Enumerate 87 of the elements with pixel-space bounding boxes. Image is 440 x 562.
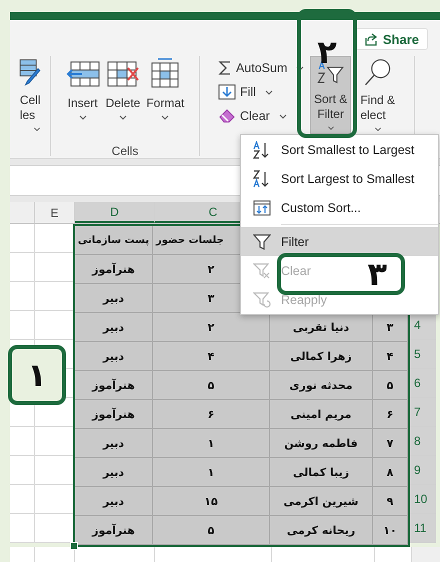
table-cell [10, 485, 35, 514]
table-cell: ریحانه کرمی [270, 516, 373, 545]
filter-icon [253, 232, 271, 250]
table-cell: مریم امینی [270, 400, 373, 429]
table-cell [10, 311, 35, 340]
table-cell: فاطمه روشن [270, 429, 373, 458]
row-header[interactable]: 5 [408, 340, 436, 369]
fill-handle[interactable] [70, 542, 78, 550]
table-cell: ۷ [373, 429, 408, 458]
table-cell: زیبا کمالی [270, 458, 373, 487]
share-button[interactable]: Share [354, 28, 428, 50]
table-cell [35, 456, 75, 485]
custom-sort-icon [253, 198, 271, 216]
menu-item[interactable]: Sort Smallest to Largest [241, 135, 422, 164]
table-cell [35, 427, 75, 456]
format-cells-icon [150, 58, 180, 90]
clear-button[interactable]: Clear [216, 104, 308, 128]
table-cell: دبیر [75, 458, 153, 487]
table-cell: ۳ [373, 313, 408, 342]
table-cell: هنرآموز [75, 255, 153, 284]
reapply-filter-icon [253, 290, 271, 308]
autosum-button[interactable]: AutoSum [216, 56, 308, 80]
table-cell: ۹ [373, 487, 408, 516]
table-cell: پست سازمانی [75, 226, 153, 255]
table-cell: هنرآموز [75, 516, 153, 545]
table-cell: ۵ [373, 371, 408, 400]
column-header[interactable]: E [35, 202, 75, 223]
sort-ascending-icon [253, 140, 271, 158]
table-cell [35, 311, 75, 340]
table-cell: دبیر [75, 284, 153, 313]
table-cell: ۸ [373, 458, 408, 487]
sigma-icon [218, 60, 232, 76]
fill-down-icon [218, 84, 236, 100]
row-header[interactable]: 11 [408, 514, 436, 543]
table-cell [10, 224, 35, 253]
table-cell: دبیر [75, 487, 153, 516]
row-header[interactable]: 6 [408, 369, 436, 398]
table-cell: ۵ [153, 371, 270, 400]
table-cell [10, 253, 35, 282]
table-cell: هنرآموز [75, 371, 153, 400]
fill-button[interactable]: Fill [216, 80, 308, 104]
table-cell [35, 514, 75, 543]
table-cell: ۴ [373, 342, 408, 371]
table-cell: ۴ [153, 342, 270, 371]
table-cell: ۲ [153, 313, 270, 342]
table-cell [35, 485, 75, 514]
table-cell [35, 253, 75, 282]
insert-button[interactable]: Insert [62, 56, 103, 134]
table-cell [35, 224, 75, 253]
table-cell: شیرین اکرمی [270, 487, 373, 516]
group-label: Cells [112, 144, 138, 158]
table-cell: ۱۰ [373, 516, 408, 545]
format-button[interactable]: Format [143, 56, 188, 134]
row-header[interactable]: 9 [408, 456, 436, 485]
sort-descending-icon [253, 170, 271, 188]
cell-styles-icon [18, 58, 40, 87]
table-cell: ۶ [373, 400, 408, 429]
table-cell [10, 427, 35, 456]
table-cell [10, 456, 35, 485]
table-cell: دنیا تقربی [270, 313, 373, 342]
table-cell: زهرا کمالی [270, 342, 373, 371]
eraser-icon [218, 108, 236, 124]
callout-overlay: ۱ [8, 345, 66, 405]
table-cell: دبیر [75, 342, 153, 371]
clear-filter-icon [253, 262, 271, 280]
delete-button[interactable]: Delete [102, 56, 144, 134]
table-cell: دبیر [75, 313, 153, 342]
table-cell: ۱ [153, 458, 270, 487]
row-header[interactable]: 7 [408, 398, 436, 427]
table-cell [35, 282, 75, 311]
find-button[interactable]: Find & elect [357, 56, 398, 134]
column-header[interactable]: D [75, 202, 155, 223]
table-cell: هنرآموز [75, 400, 153, 429]
row-header[interactable]: 8 [408, 427, 436, 456]
table-cell: ۱۵ [153, 487, 270, 516]
share-icon [364, 32, 378, 46]
table-cell [10, 514, 35, 543]
cell-styles-button[interactable]: Cell les [16, 56, 40, 134]
menu-item[interactable]: Sort Largest to Smallest [241, 164, 422, 193]
menu-item[interactable]: Filter [241, 227, 438, 256]
table-cell: محدثه نوری [270, 371, 373, 400]
table-cell: ۵ [153, 516, 270, 545]
table-cell: دبیر [75, 429, 153, 458]
row-header[interactable]: 10 [408, 485, 436, 514]
table-cell [10, 282, 35, 311]
table-cell: ۶ [153, 400, 270, 429]
table-cell: ۱ [153, 429, 270, 458]
